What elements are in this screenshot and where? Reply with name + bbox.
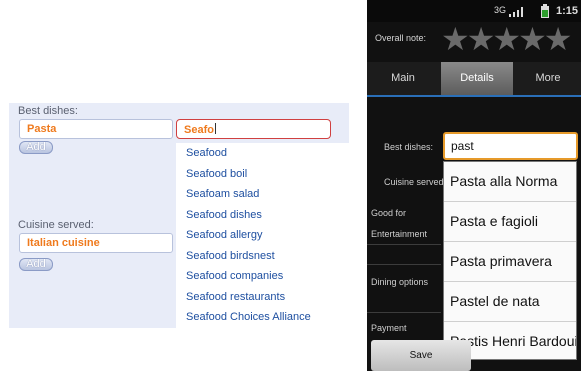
rating-bar[interactable]: ★★★★★: [441, 21, 572, 57]
suggestion-item[interactable]: Seafoam salad: [176, 184, 349, 205]
overall-note-label: Overall note:: [375, 33, 427, 43]
best-dishes-input[interactable]: past: [443, 132, 578, 160]
cuisine-field[interactable]: Italian cuisine: [19, 233, 173, 253]
row-divider: [367, 312, 441, 313]
good-for-label: Good for: [371, 208, 407, 218]
add-dish-button[interactable]: Add: [19, 141, 53, 154]
star-icon[interactable]: ★: [544, 21, 573, 57]
add-cuisine-button[interactable]: Add: [19, 258, 53, 271]
star-icon[interactable]: ★: [518, 21, 547, 57]
autocomplete-item[interactable]: Pastel de nata: [444, 282, 576, 322]
cuisine-label: Cuisine served:: [18, 219, 94, 231]
entertainment-label: Entertainment: [371, 229, 428, 239]
best-dish-field[interactable]: Pasta: [19, 119, 173, 139]
suggestion-item[interactable]: Seafood dishes: [176, 205, 349, 226]
best-dishes-label: Best dishes:: [18, 105, 78, 117]
suggestion-item[interactable]: Seafood boil: [176, 164, 349, 185]
text-caret: [214, 123, 216, 134]
dining-options-label: Dining options: [371, 277, 429, 287]
tab-bar: Main Details More: [367, 62, 581, 97]
tab-more[interactable]: More: [515, 62, 581, 95]
suggestion-item[interactable]: Seafood companies: [176, 266, 349, 287]
android-screen: 3G 1:15 Overall note: ★★★★★ Main Details…: [367, 0, 581, 371]
best-dishes-label: Best dishes:: [384, 142, 434, 152]
row-divider: [367, 244, 441, 245]
row-divider: [367, 264, 441, 265]
payment-label: Payment: [371, 323, 407, 333]
clock: 1:15: [556, 5, 579, 17]
autocomplete-item[interactable]: Pasta primavera: [444, 242, 576, 282]
battery-icon: [541, 4, 549, 18]
network-indicator: 3G: [494, 5, 507, 15]
status-bar: 3G 1:15: [367, 0, 581, 22]
tab-details[interactable]: Details: [441, 62, 513, 95]
autocomplete-item[interactable]: Pasta e fagioli: [444, 202, 576, 242]
suggestion-item[interactable]: Seafood: [176, 143, 349, 164]
suggestion-item[interactable]: Seafood allergy: [176, 225, 349, 246]
suggestion-item[interactable]: Seafood restaurants: [176, 287, 349, 308]
star-icon[interactable]: ★: [492, 21, 521, 57]
signal-icon: [509, 7, 523, 17]
autocomplete-item[interactable]: Pasta alla Norma: [444, 162, 576, 202]
tab-main[interactable]: Main: [367, 62, 439, 95]
suggestion-item[interactable]: Seafood Choices Alliance: [176, 307, 349, 328]
autocomplete-dropdown: Pasta alla Norma Pasta e fagioli Pasta p…: [443, 161, 577, 360]
web-form-panel: Best dishes: Pasta Seafo Add Seafood Sea…: [9, 103, 349, 328]
cuisine-served-label: Cuisine served: [384, 177, 444, 187]
save-button[interactable]: Save: [371, 340, 471, 371]
suggestion-item[interactable]: Seafood birdsnest: [176, 246, 349, 267]
dish-search-input[interactable]: Seafo: [176, 119, 331, 139]
star-icon[interactable]: ★: [441, 21, 470, 57]
dish-search-text: Seafo: [184, 124, 214, 136]
dish-suggestions-dropdown: Seafood Seafood boil Seafoam salad Seafo…: [176, 143, 349, 328]
